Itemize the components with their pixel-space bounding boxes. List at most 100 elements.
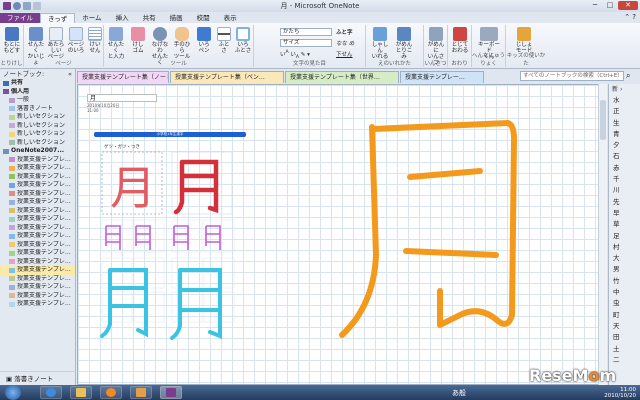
- rule-lines-button[interactable]: けい せん: [85, 27, 105, 54]
- page-list-item[interactable]: 虫: [609, 298, 640, 309]
- scrollbar-thumb[interactable]: [600, 100, 606, 140]
- close-exit-button[interactable]: とじて おわる: [450, 27, 470, 54]
- notebook-item[interactable]: OneNote2007...: [0, 147, 75, 156]
- handwritten-kanji-orange[interactable]: [330, 115, 570, 355]
- section-item[interactable]: 授業支援テンプレ…: [0, 232, 75, 241]
- section-item[interactable]: 新しいセクション: [0, 113, 75, 122]
- taskbar-onenote[interactable]: [160, 386, 182, 399]
- section-tab-3[interactable]: 授業支援テンプレート集（世界…: [285, 71, 399, 83]
- section-item[interactable]: 新しいセクション: [0, 130, 75, 139]
- section-item[interactable]: 授業支援テンプレ…: [0, 190, 75, 199]
- section-item[interactable]: 授業支援テンプレ…: [0, 258, 75, 267]
- page-list-item[interactable]: 中: [609, 287, 640, 298]
- color-width-button[interactable]: いろ ふとさ: [233, 27, 253, 54]
- section-item[interactable]: 授業支援テンプレ…: [0, 156, 75, 165]
- section-tab-4[interactable]: 授業支援テンプレー…: [400, 71, 484, 83]
- section-item[interactable]: 一般: [0, 96, 75, 105]
- section-item[interactable]: 授業支援テンプレ…: [0, 283, 75, 292]
- page-list-item[interactable]: 田: [609, 332, 640, 343]
- select-type-button[interactable]: せんたく と入力: [106, 27, 126, 60]
- start-button[interactable]: [5, 385, 21, 400]
- page-list-item[interactable]: 早: [609, 208, 640, 219]
- page-list-item[interactable]: 千: [609, 174, 640, 185]
- page-list-item[interactable]: 夕: [609, 140, 640, 151]
- section-item[interactable]: 授業支援テンプレ…: [0, 173, 75, 182]
- page-list-item[interactable]: 青: [609, 129, 640, 140]
- eraser-button[interactable]: けし ゴム: [128, 27, 148, 54]
- section-item[interactable]: 授業支援テンプレ…: [0, 266, 75, 275]
- section-item[interactable]: 授業支援テンプレ…: [0, 224, 75, 233]
- pen-width-button[interactable]: ふと さ: [214, 27, 234, 54]
- page-list-item[interactable]: 天: [609, 321, 640, 332]
- section-item[interactable]: 授業支援テンプレ…: [0, 198, 75, 207]
- page-list-item[interactable]: 町: [609, 310, 640, 321]
- section-item[interactable]: 新しいセクション: [0, 139, 75, 148]
- notebook-item[interactable]: 共有: [0, 79, 75, 88]
- section-item[interactable]: 授業支援テンプレ…: [0, 164, 75, 173]
- insert-photo-button[interactable]: しゃしん いれる: [370, 27, 390, 60]
- search-icon[interactable]: ⌕: [626, 71, 630, 81]
- page-color-button[interactable]: ページ のいろ: [66, 27, 86, 54]
- hand-tool-button[interactable]: 手のひら ツール: [172, 27, 192, 60]
- page-list-item[interactable]: 二: [609, 355, 640, 366]
- page-list-item[interactable]: 大: [609, 253, 640, 264]
- nav-footer-notes[interactable]: ▣ 落書きノート: [0, 371, 76, 385]
- section-item[interactable]: 授業支援テンプレ…: [0, 249, 75, 258]
- section-item[interactable]: 落書きノート: [0, 105, 75, 114]
- minimize-button[interactable]: ─: [588, 1, 602, 10]
- dictionary-button[interactable]: じしょ モード: [514, 27, 534, 54]
- ime-indicator[interactable]: あ般: [452, 388, 466, 398]
- font-name-select[interactable]: かたち: [280, 28, 332, 36]
- taskbar-explorer[interactable]: [70, 386, 92, 399]
- close-button[interactable]: ✕: [618, 1, 638, 10]
- section-item[interactable]: 授業支援テンプレ…: [0, 181, 75, 190]
- taskbar-paint[interactable]: [130, 386, 152, 399]
- page-list-item[interactable]: 川: [609, 185, 640, 196]
- chevron-right-icon[interactable]: ›: [620, 86, 622, 93]
- section-item[interactable]: 授業支援テンプレ…: [0, 292, 75, 301]
- tab-insert[interactable]: 挿入: [109, 13, 136, 23]
- page-list-item[interactable]: 正: [609, 106, 640, 117]
- vertical-scrollbar[interactable]: [598, 84, 607, 385]
- help-icon[interactable]: ⌃ ?: [624, 13, 636, 21]
- taskbar-media[interactable]: [100, 386, 122, 399]
- page-list-item[interactable]: 先: [609, 197, 640, 208]
- screen-clip-button[interactable]: がめん とりこみ: [394, 27, 414, 60]
- page-list-item[interactable]: 竹: [609, 276, 640, 287]
- tab-review[interactable]: 校閲: [190, 13, 217, 23]
- notebook-item[interactable]: 個人用: [0, 88, 75, 97]
- section-item[interactable]: 授業支援テンプレ…: [0, 300, 75, 309]
- underline-button[interactable]: 下せん: [336, 50, 353, 58]
- page-list-item[interactable]: 生: [609, 118, 640, 129]
- tab-share[interactable]: 共有: [136, 13, 163, 23]
- page-list-item[interactable]: 赤: [609, 163, 640, 174]
- italic-button[interactable]: なな め: [336, 39, 354, 47]
- bold-button[interactable]: ふと字: [336, 28, 353, 36]
- page-list-item[interactable]: 土: [609, 344, 640, 355]
- font-size-select[interactable]: サイズ: [280, 39, 332, 47]
- page-list-item[interactable]: 水: [609, 95, 640, 106]
- maximize-button[interactable]: □: [603, 1, 617, 10]
- page-list-item[interactable]: 草: [609, 219, 640, 230]
- color-pen-button[interactable]: いろ ペン: [194, 27, 214, 54]
- page-title[interactable]: 月: [87, 94, 157, 102]
- new-page-button[interactable]: あたらしい ページ: [46, 27, 66, 60]
- section-item[interactable]: 授業支援テンプレ…: [0, 275, 75, 284]
- section-item[interactable]: 新しいセクション: [0, 122, 75, 131]
- undo-button[interactable]: もとに もどす: [2, 27, 22, 54]
- collapse-nav-icon[interactable]: «: [68, 69, 72, 79]
- section-item[interactable]: 授業支援テンプレ…: [0, 207, 75, 216]
- tab-home[interactable]: ホーム: [75, 13, 108, 23]
- page-list-item[interactable]: 石: [609, 151, 640, 162]
- system-clock[interactable]: 11:00 2010/10/20: [604, 387, 636, 399]
- section-item[interactable]: 授業支援テンプレ…: [0, 241, 75, 250]
- page-list-item[interactable]: 男: [609, 264, 640, 275]
- worksheet-drawing[interactable]: 月: [94, 132, 246, 342]
- tab-draw[interactable]: 描画: [163, 13, 190, 23]
- search-input[interactable]: すべてのノートブックの検索（Ctrl+E）: [520, 71, 624, 81]
- section-tab-1[interactable]: 授業支援テンプレート集（ノート）: [77, 71, 169, 83]
- page-list-item[interactable]: 村: [609, 242, 640, 253]
- section-tab-2[interactable]: 授業支援テンプレート集（ペン…: [170, 71, 284, 83]
- page-list-item[interactable]: 足: [609, 231, 640, 242]
- tab-view[interactable]: 表示: [217, 13, 244, 23]
